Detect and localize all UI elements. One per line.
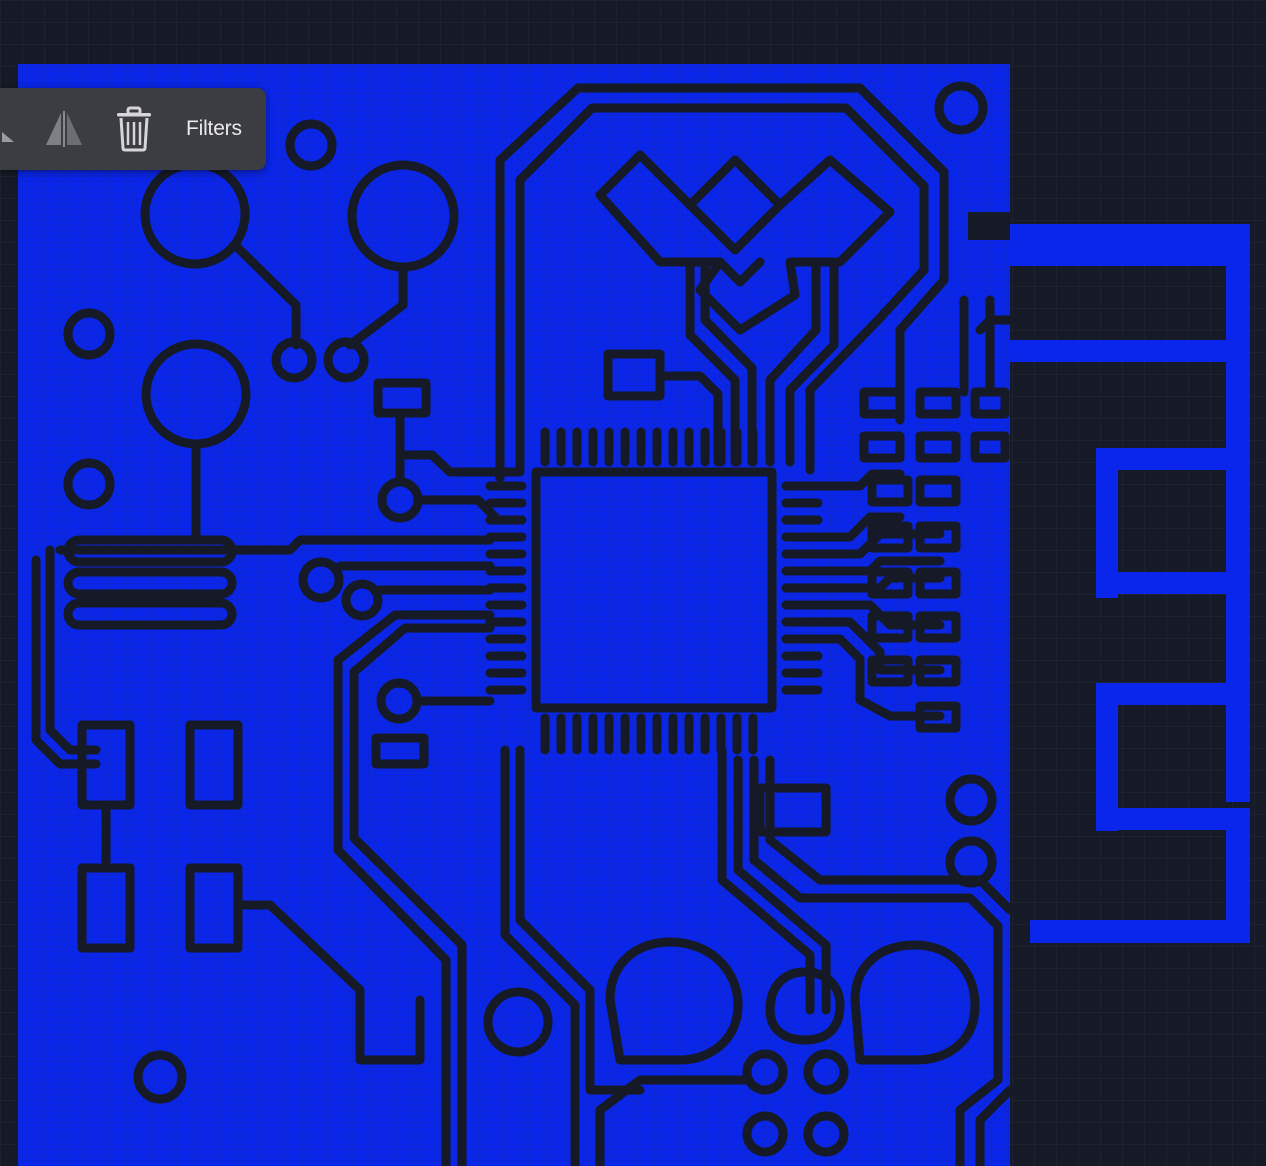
selection-toolbar: Filters [0,88,266,170]
pcb-canvas[interactable] [0,0,1266,1166]
flip-horizontal-button[interactable] [40,88,88,170]
delete-button[interactable] [108,88,160,170]
antenna-feed-gap [968,212,1010,240]
flip-horizontal-icon [46,111,82,147]
trash-icon [117,106,151,152]
flip-vertical-button[interactable] [0,88,20,170]
filters-button[interactable]: Filters [186,88,242,170]
copper-fine-grid [18,64,1010,1166]
flip-vertical-icon [2,132,14,142]
